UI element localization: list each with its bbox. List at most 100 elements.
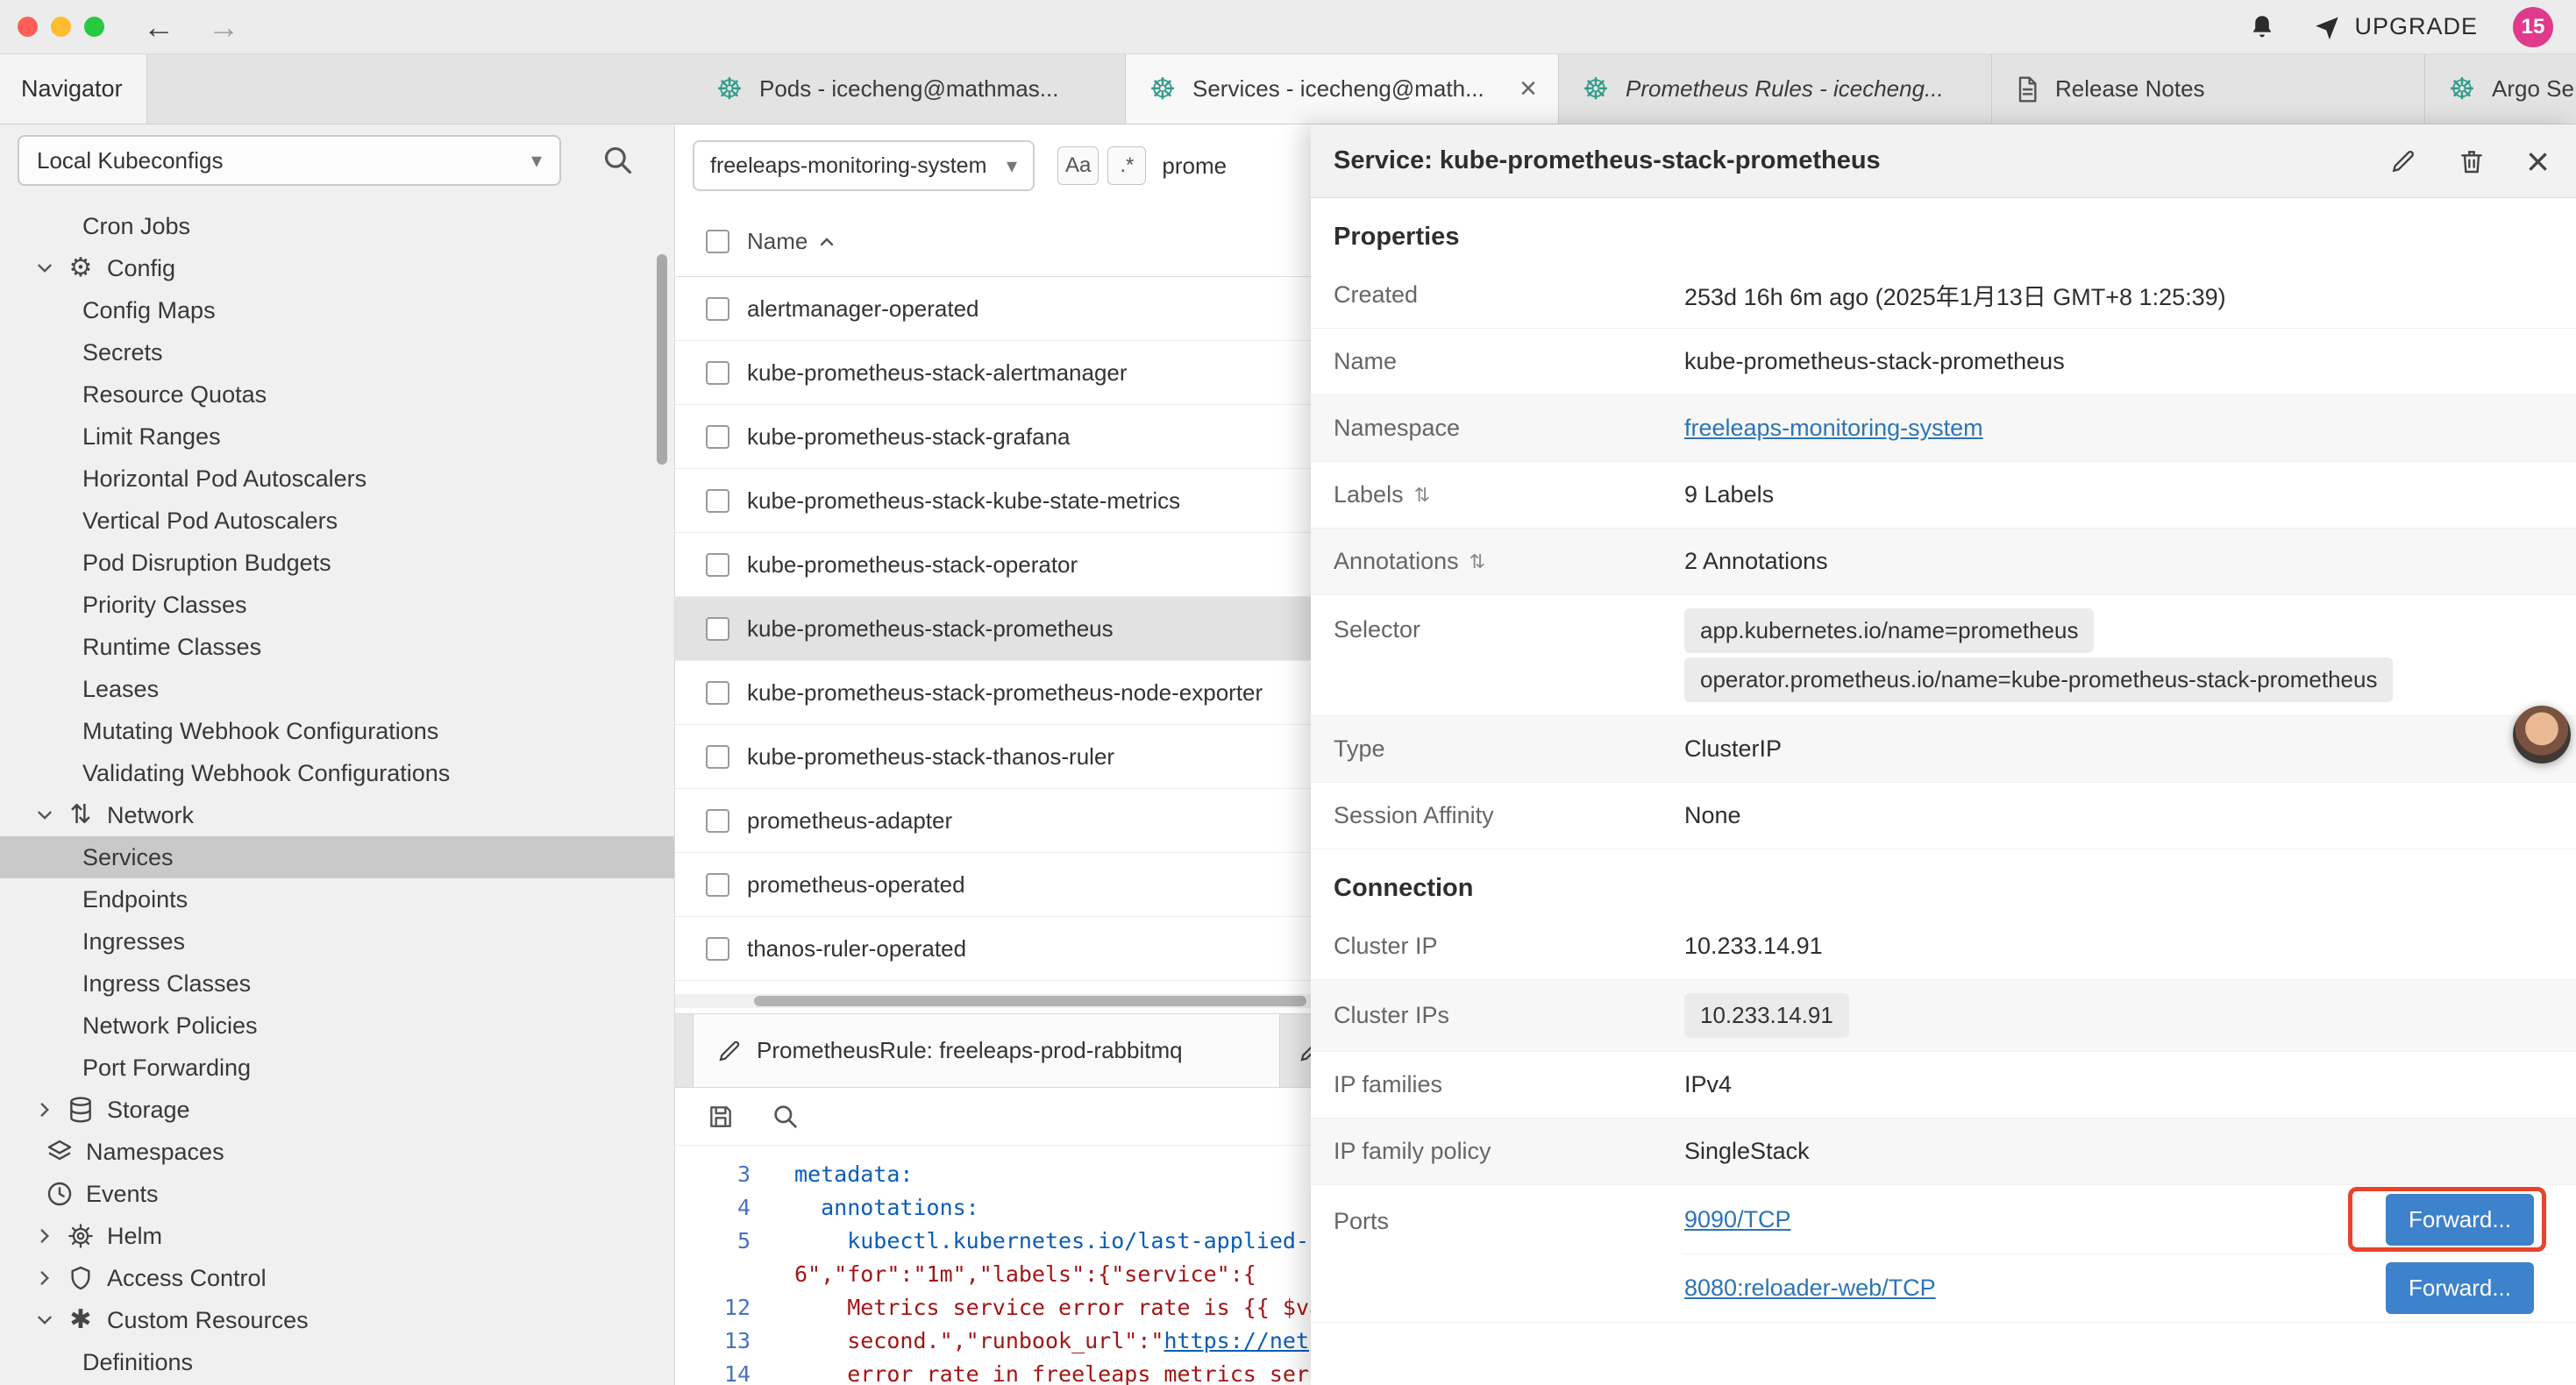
port-link[interactable]: 9090/TCP bbox=[1684, 1206, 1791, 1233]
sort-toggle-icon[interactable]: ⇅ bbox=[1414, 486, 1430, 505]
navigator-panel-tab[interactable]: Navigator bbox=[0, 54, 147, 124]
detail-value: app.kubernetes.io/name=prometheusoperato… bbox=[1684, 604, 2553, 707]
sidebar-item-namespaces[interactable]: Namespaces bbox=[0, 1131, 674, 1173]
back-button[interactable]: ← bbox=[143, 11, 174, 43]
row-checkbox[interactable] bbox=[706, 873, 729, 897]
dock-tab-label: PrometheusRule: freeleaps-prod-rabbitmq bbox=[757, 1037, 1256, 1064]
kubeconfig-selector[interactable]: Local Kubeconfigs ▾ bbox=[18, 135, 561, 186]
chevron-down-icon[interactable] bbox=[33, 257, 56, 280]
chevron-down-icon[interactable] bbox=[33, 804, 56, 827]
tab-label: Services - icecheng@math... bbox=[1192, 75, 1500, 103]
gear-icon: ⚙ bbox=[67, 254, 95, 282]
port-link[interactable]: 8080:reloader-web/TCP bbox=[1684, 1275, 1936, 1302]
sidebar-item-secrets[interactable]: Secrets bbox=[0, 331, 674, 373]
sidebar-item-pod-disruption-budgets[interactable]: Pod Disruption Budgets bbox=[0, 542, 674, 584]
row-checkbox[interactable] bbox=[706, 681, 729, 705]
window-zoom-button[interactable] bbox=[84, 17, 104, 37]
tab-close-icon[interactable]: × bbox=[1519, 72, 1537, 106]
row-checkbox[interactable] bbox=[706, 617, 729, 641]
forward-button[interactable]: → bbox=[208, 11, 239, 43]
sidebar-item-port-forwarding[interactable]: Port Forwarding bbox=[0, 1047, 674, 1089]
kubeconfig-selector-value: Local Kubeconfigs bbox=[37, 147, 223, 174]
chevron-right-icon[interactable] bbox=[33, 1098, 56, 1121]
tab-prometheus-rules-icecheng[interactable]: ☸Prometheus Rules - icecheng... bbox=[1559, 54, 1992, 124]
upgrade-button[interactable]: UPGRADE bbox=[2312, 12, 2478, 42]
namespace-selector[interactable]: freeleaps-monitoring-system ▾ bbox=[693, 140, 1035, 191]
forward-button[interactable]: Forward... bbox=[2386, 1194, 2534, 1246]
sidebar-item-definitions[interactable]: Definitions bbox=[0, 1341, 674, 1383]
sidebar-item-horizontal-pod-autoscalers[interactable]: Horizontal Pod Autoscalers bbox=[0, 458, 674, 500]
edit-icon[interactable] bbox=[2389, 147, 2417, 175]
sidebar-item-ingresses[interactable]: Ingresses bbox=[0, 920, 674, 962]
row-checkbox[interactable] bbox=[706, 937, 729, 961]
row-checkbox[interactable] bbox=[706, 297, 729, 321]
sidebar-item-storage[interactable]: Storage bbox=[0, 1089, 674, 1131]
row-checkbox[interactable] bbox=[706, 809, 729, 833]
sidebar-item-vertical-pod-autoscalers[interactable]: Vertical Pod Autoscalers bbox=[0, 500, 674, 542]
detail-label: Name bbox=[1334, 348, 1684, 375]
save-icon[interactable] bbox=[707, 1103, 735, 1131]
detail-row-namespace: Namespacefreeleaps-monitoring-system bbox=[1311, 395, 2576, 462]
tab-services-icecheng-math[interactable]: ☸Services - icecheng@math...× bbox=[1126, 54, 1559, 124]
sidebar-item-config-maps[interactable]: Config Maps bbox=[0, 289, 674, 331]
sidebar-item-runtime-classes[interactable]: Runtime Classes bbox=[0, 626, 674, 668]
match-case-toggle[interactable]: Aa bbox=[1057, 146, 1099, 185]
row-checkbox[interactable] bbox=[706, 489, 729, 513]
dock-tab-prometheusrule[interactable]: PrometheusRule: freeleaps-prod-rabbitmq bbox=[693, 1014, 1280, 1087]
chevron-right-icon[interactable] bbox=[33, 1225, 56, 1247]
editor-search-icon[interactable] bbox=[772, 1103, 800, 1131]
forward-button[interactable]: Forward... bbox=[2386, 1262, 2534, 1314]
window-minimize-button[interactable] bbox=[51, 17, 71, 37]
release-notes-icon bbox=[2013, 75, 2041, 103]
row-name: prometheus-operated bbox=[747, 871, 965, 898]
regex-toggle[interactable]: .* bbox=[1107, 146, 1146, 185]
chevron-right-icon[interactable] bbox=[33, 1267, 56, 1289]
detail-label: Created bbox=[1334, 281, 1684, 309]
chevron-down-icon[interactable] bbox=[33, 1309, 56, 1332]
sidebar-item-limit-ranges[interactable]: Limit Ranges bbox=[0, 416, 674, 458]
sort-toggle-icon[interactable]: ⇅ bbox=[1469, 552, 1485, 572]
notifications-bell-icon[interactable] bbox=[2247, 12, 2277, 42]
column-header-name[interactable]: Name bbox=[747, 228, 808, 255]
sidebar-item-cron-jobs[interactable]: Cron Jobs bbox=[0, 205, 674, 247]
sidebar-item-leases[interactable]: Leases bbox=[0, 668, 674, 710]
shield-icon bbox=[67, 1264, 95, 1292]
sidebar-item-resource-quotas[interactable]: Resource Quotas bbox=[0, 373, 674, 416]
user-avatar[interactable] bbox=[2513, 706, 2571, 764]
sidebar-scrollbar-thumb[interactable] bbox=[657, 254, 667, 465]
tab-label: Release Notes bbox=[2055, 75, 2403, 103]
tab-pods-icecheng-mathmas[interactable]: ☸Pods - icecheng@mathmas... bbox=[693, 54, 1126, 124]
sidebar-item-priority-classes[interactable]: Priority Classes bbox=[0, 584, 674, 626]
row-checkbox[interactable] bbox=[706, 745, 729, 769]
row-checkbox[interactable] bbox=[706, 361, 729, 385]
tab-release-notes[interactable]: Release Notes bbox=[1992, 54, 2425, 124]
delete-icon[interactable] bbox=[2458, 147, 2486, 175]
sidebar-item-services[interactable]: Services bbox=[0, 836, 674, 878]
sidebar-item-network-policies[interactable]: Network Policies bbox=[0, 1005, 674, 1047]
horizontal-scrollbar-thumb[interactable] bbox=[754, 996, 1306, 1006]
sidebar-search-icon[interactable] bbox=[601, 144, 635, 177]
badge-stack: 10.233.14.91 bbox=[1684, 993, 2553, 1038]
sidebar-item-helm[interactable]: Helm bbox=[0, 1215, 674, 1257]
select-all-checkbox[interactable] bbox=[706, 230, 729, 253]
line-content: kubectl.kubernetes.io/last-applied-co bbox=[772, 1225, 1335, 1258]
namespace-link[interactable]: freeleaps-monitoring-system bbox=[1684, 415, 1983, 441]
row-checkbox[interactable] bbox=[706, 425, 729, 449]
row-checkbox[interactable] bbox=[706, 553, 729, 577]
sidebar-item-mutating-webhook-configurations[interactable]: Mutating Webhook Configurations bbox=[0, 710, 674, 752]
sidebar-item-endpoints[interactable]: Endpoints bbox=[0, 878, 674, 920]
sidebar-item-access-control[interactable]: Access Control bbox=[0, 1257, 674, 1299]
sidebar-item-validating-webhook-configurations[interactable]: Validating Webhook Configurations bbox=[0, 752, 674, 794]
close-icon[interactable]: × bbox=[2526, 141, 2550, 181]
sidebar-item-events[interactable]: Events bbox=[0, 1173, 674, 1215]
line-content: error rate in freeleaps metrics ser bbox=[772, 1358, 1309, 1385]
sidebar-item-label: Network Policies bbox=[82, 1012, 258, 1040]
sidebar-item-ingress-classes[interactable]: Ingress Classes bbox=[0, 962, 674, 1005]
sidebar-item-custom-resources[interactable]: ✱Custom Resources bbox=[0, 1299, 674, 1341]
window-close-button[interactable] bbox=[18, 17, 38, 37]
sidebar-item-config[interactable]: ⚙Config bbox=[0, 247, 674, 289]
sidebar-item-network[interactable]: ⇅Network bbox=[0, 794, 674, 836]
notification-count-badge[interactable]: 15 bbox=[2513, 7, 2553, 47]
detail-value-text: 9 Labels bbox=[1684, 481, 1774, 508]
tab-argo-se[interactable]: ☸Argo Se bbox=[2425, 54, 2576, 124]
